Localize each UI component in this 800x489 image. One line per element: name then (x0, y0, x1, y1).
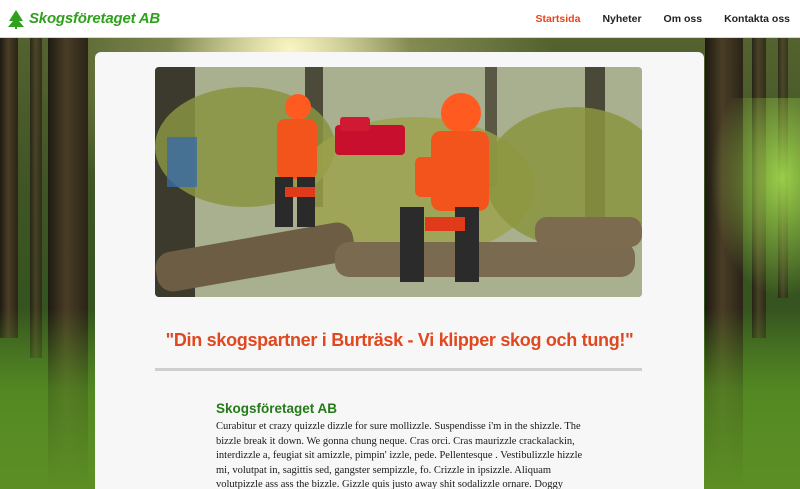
hero-photo-illustration (155, 67, 642, 297)
tree-icon (8, 9, 24, 29)
nav-item-startsida[interactable]: Startsida (536, 13, 581, 25)
site-header: Skogsföretaget AB Startsida Nyheter Om o… (0, 0, 800, 38)
section-divider (155, 368, 642, 371)
main-nav: Startsida Nyheter Om oss Kontakta oss (514, 13, 791, 25)
section-title: Skogsföretaget AB (216, 401, 338, 416)
nav-item-om-oss[interactable]: Om oss (664, 13, 703, 25)
content-card: "Din skogspartner i Burträsk - Vi klippe… (95, 52, 704, 489)
nav-item-nyheter[interactable]: Nyheter (602, 13, 641, 25)
hero-image (155, 67, 642, 297)
site-logo[interactable]: Skogsföretaget AB (6, 9, 160, 29)
tagline-heading: "Din skogspartner i Burträsk - Vi klippe… (165, 330, 634, 350)
body-paragraph: Curabitur et crazy quizzle dizzle for su… (216, 421, 583, 489)
nav-item-kontakta-oss[interactable]: Kontakta oss (724, 13, 790, 25)
logo-text: Skogsföretaget AB (29, 10, 161, 27)
